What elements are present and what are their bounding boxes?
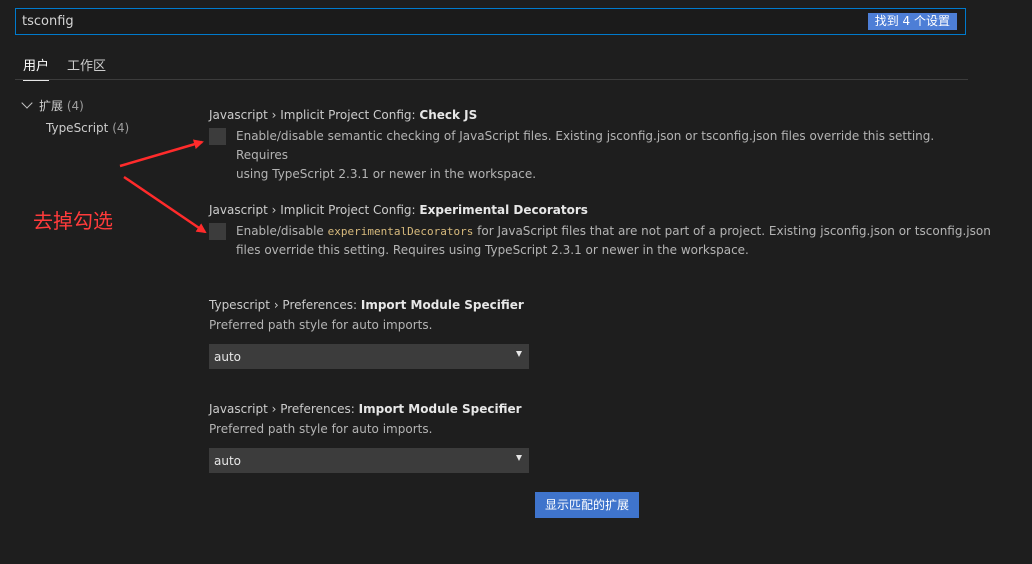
arrow-to-experimental-decorators	[123, 175, 207, 234]
settings-editor: tsconfig 找到 4 个设置 用户 工作区 扩展 (4) TypeScri…	[0, 0, 1032, 564]
annotation-arrows	[119, 139, 207, 234]
arrow-to-check-js	[119, 139, 204, 168]
